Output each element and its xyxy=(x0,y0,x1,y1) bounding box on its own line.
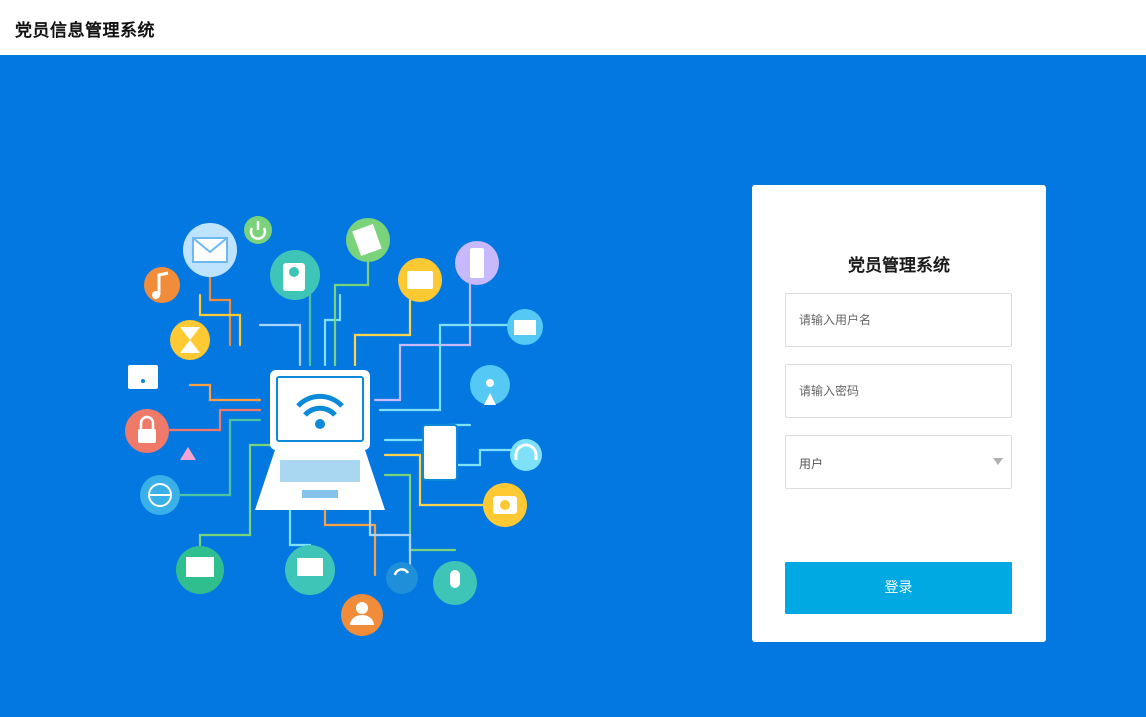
user-icon xyxy=(341,594,383,636)
computer-icon xyxy=(176,546,224,594)
chevron-down-icon xyxy=(993,458,1003,465)
login-title: 党员管理系统 xyxy=(848,256,950,276)
hourglass-icon xyxy=(170,320,210,360)
tablet-icon xyxy=(422,424,458,481)
camera-icon xyxy=(270,250,320,300)
mail-icon xyxy=(183,223,237,277)
mail-icon xyxy=(507,309,543,345)
password-input[interactable] xyxy=(786,365,1011,417)
username-input[interactable] xyxy=(786,294,1011,346)
login-button[interactable]: 登录 xyxy=(785,562,1012,614)
login-card: 党员管理系统 用户 登录 xyxy=(752,185,1046,642)
antenna-icon xyxy=(470,365,510,405)
document-icon xyxy=(346,218,390,262)
app-title: 党员信息管理系统 xyxy=(15,21,155,41)
role-select-value: 用户 xyxy=(799,457,824,471)
lock-icon xyxy=(125,409,169,453)
laptop-small-icon xyxy=(285,545,335,595)
wifi-monitor-icon xyxy=(128,365,158,389)
sync-icon xyxy=(386,562,418,594)
username-field xyxy=(785,293,1012,347)
mobile-phone-icon xyxy=(455,241,499,285)
power-icon xyxy=(244,216,272,244)
laptop-icon xyxy=(255,370,385,510)
headphones-icon xyxy=(510,439,542,471)
password-field xyxy=(785,364,1012,418)
network-illustration xyxy=(125,216,543,636)
hero-background: 党员管理系统 用户 登录 xyxy=(0,55,1146,717)
globe-icon xyxy=(140,475,180,515)
top-header: 党员信息管理系统 xyxy=(0,0,1146,55)
music-note-icon xyxy=(144,267,180,303)
photo-camera-icon xyxy=(483,483,527,527)
recycle-icon xyxy=(180,447,196,460)
role-select[interactable]: 用户 xyxy=(785,435,1012,489)
folder-icon xyxy=(398,258,442,302)
microphone-icon xyxy=(433,561,477,605)
